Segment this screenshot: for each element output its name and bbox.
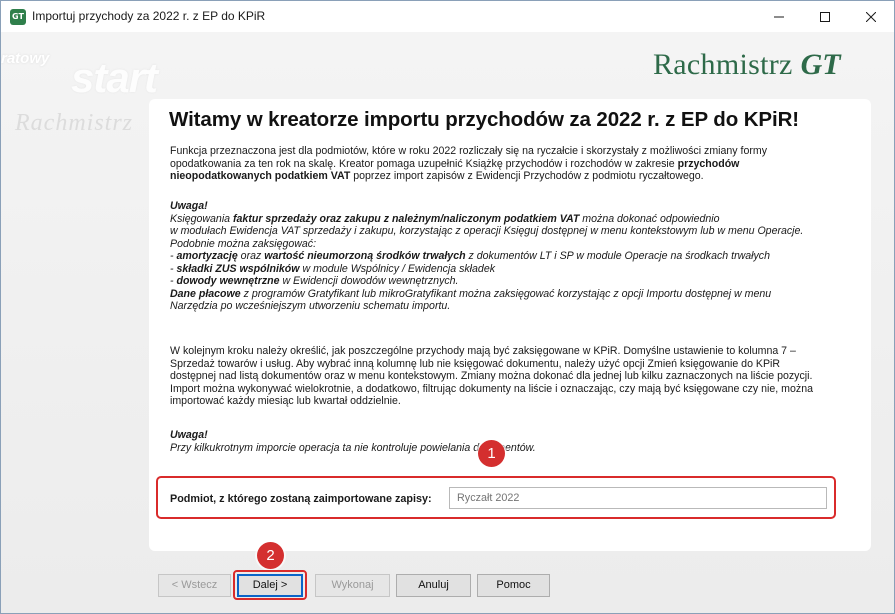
intro-line-1: Funkcja przeznaczona jest dla podmiotów,… <box>170 145 767 157</box>
info-line-1: W kolejnym kroku należy określić, jak po… <box>170 345 796 357</box>
w1-l1-c: można dokonać odpowiednio <box>579 212 720 225</box>
w1-l4-e: z dokumentów LT i SP w module Operacje n… <box>465 250 770 262</box>
w1-l7-b: Dane płacowe <box>170 287 241 300</box>
w1-l6-c: w Ewidencji dowodów wewnętrznych. <box>279 275 459 287</box>
rachmistrz-logo: Rachmistrz GT <box>653 42 841 82</box>
source-entity-input[interactable] <box>449 487 827 509</box>
step-badge-2: 2 <box>257 542 284 569</box>
help-button[interactable]: Pomoc <box>477 574 550 597</box>
close-icon <box>866 11 876 22</box>
warning1-line-5: - składki ZUS wspólników w module Wspóln… <box>170 263 495 276</box>
w1-l4-c: oraz <box>237 250 265 262</box>
w1-l6-b: dowody wewnętrzne <box>176 275 280 287</box>
warning1-line-2: w modułach Ewidencja VAT sprzedaży i zak… <box>170 225 804 237</box>
warning1-line-3: Podobnie można zaksięgować: <box>170 237 317 250</box>
warning2-title: Uwaga! <box>170 429 208 441</box>
back-button[interactable]: < Wstecz <box>158 574 231 597</box>
wizard-client-area: ratowy start Rachmistrz Rachmistrz GT Wi… <box>1 32 894 613</box>
warning1-line-8: Narzędzia po wcześniejszym utworzeniu sc… <box>170 300 451 312</box>
w1-l1-b: faktur sprzedaży oraz zakupu z należnym/… <box>233 212 580 225</box>
w1-l1-a: Księgowania <box>170 212 234 225</box>
page-title: Witamy w kreatorze importu przychodów za… <box>169 108 800 131</box>
info-line-5: importować każdy miesiąc lub kwartał odd… <box>170 395 401 407</box>
intro-line-3-bold: nieopodatkowanych podatkiem VAT <box>170 170 351 182</box>
minimize-icon <box>774 16 784 17</box>
close-button[interactable] <box>848 1 894 32</box>
window-title: Importuj przychody za 2022 r. z EP do KP… <box>32 9 266 23</box>
import-wizard-window: GT Importuj przychody za 2022 r. z EP do… <box>0 0 895 614</box>
intro-line-3: nieopodatkowanych podatkiem VAT poprzez … <box>170 170 704 183</box>
warning1-title: Uwaga! <box>170 200 208 212</box>
warning1-line-6: - dowody wewnętrzne w Ewidencji dowodów … <box>170 275 459 288</box>
app-icon: GT <box>10 9 26 25</box>
warning1-line-4: - amortyzację oraz wartość nieumorzoną ś… <box>170 250 770 263</box>
warning1-line-1: Księgowania faktur sprzedaży oraz zakupu… <box>170 213 720 226</box>
w1-l5-b: składki ZUS wspólników <box>176 262 300 275</box>
minimize-button[interactable] <box>756 1 802 32</box>
logo-name: Rachmistrz <box>653 48 793 81</box>
intro-line-2: opodatkowania za ten rok na skalę. Kreat… <box>170 158 739 171</box>
watermark-brand: Rachmistrz <box>15 110 133 136</box>
cancel-button[interactable]: Anuluj <box>396 574 471 597</box>
w1-l7-c: z programów Gratyfikant lub mikroGratyfi… <box>240 287 772 300</box>
watermark-start: start <box>71 54 158 101</box>
info-line-2: Sprzedaż towarów i usług. Aby wybrać inn… <box>170 357 781 370</box>
intro-line-3-text: poprzez import zapisów z Ewidencji Przyc… <box>350 170 704 182</box>
w1-l5-c: w module Wspólnicy / Ewidencja składek <box>299 262 496 275</box>
step-badge-1: 1 <box>478 440 505 467</box>
warning1-line-7: Dane płacowe z programów Gratyfikant lub… <box>170 288 771 301</box>
logo-suffix: GT <box>800 48 841 81</box>
intro-line-2-bold: przychodów <box>677 157 740 170</box>
intro-line-2-text: opodatkowania za ten rok na skalę. Kreat… <box>170 157 678 170</box>
maximize-icon <box>820 11 830 22</box>
next-button-highlight <box>233 570 307 600</box>
maximize-button[interactable] <box>802 1 848 32</box>
w1-l4-b: amortyzację <box>176 250 238 262</box>
finish-button[interactable]: Wykonaj <box>315 574 390 597</box>
info-line-4: Import można wykonywać wielokrotnie, a d… <box>170 382 813 395</box>
watermark-small: ratowy <box>1 50 50 67</box>
title-bar[interactable]: GT Importuj przychody za 2022 r. z EP do… <box>1 1 894 32</box>
source-field-label: Podmiot, z którego zostaną zaimportowane… <box>170 493 432 505</box>
info-line-3: dostępnej nad listą dokumentów oraz w me… <box>170 370 813 382</box>
w1-l4-d: wartość nieumorzoną środków trwałych <box>264 250 466 262</box>
